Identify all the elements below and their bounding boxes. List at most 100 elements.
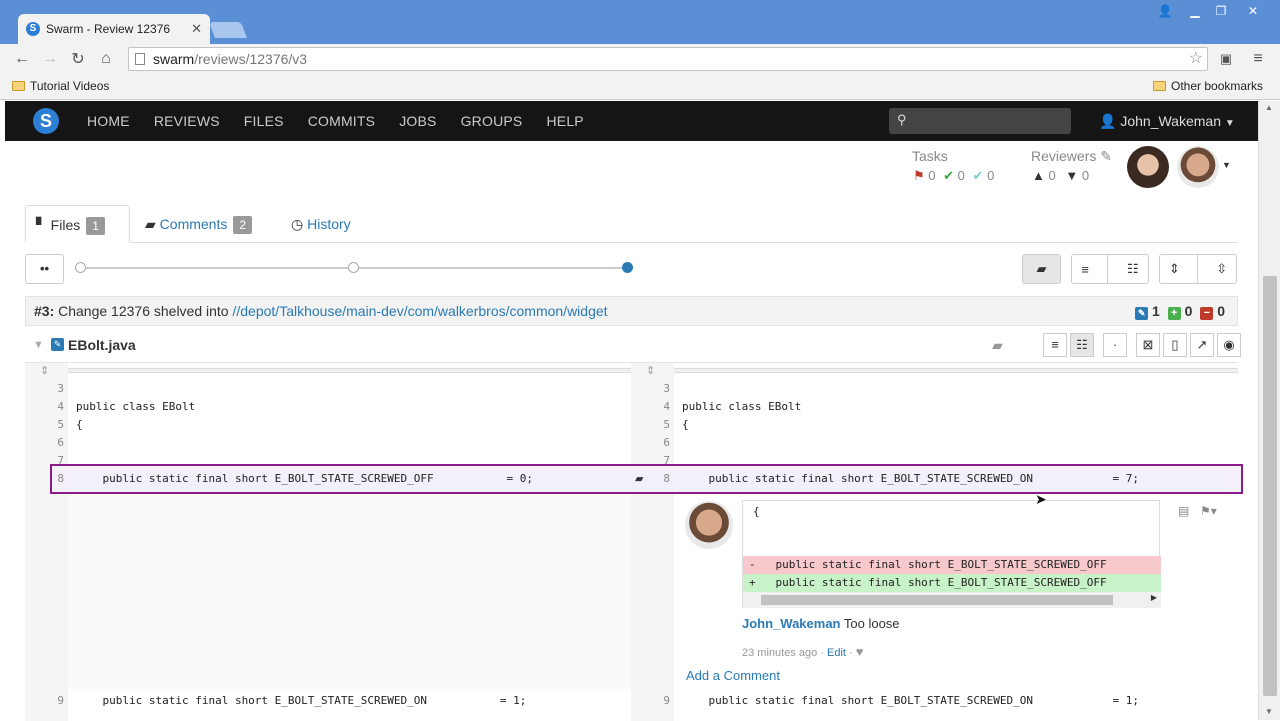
added-line-text: + public static final short E_BOLT_STATE… [749,576,1107,589]
right-line-9[interactable]: public static final short E_BOLT_STATE_S… [682,694,1138,707]
tab-history[interactable]: ◷ History [281,205,361,243]
file-comment-icon[interactable]: ▰ [992,330,1003,360]
minimize-icon[interactable]: ▁ [1182,2,1208,20]
view-file-icon[interactable]: ▯ [1163,333,1187,357]
expand-up-icon-right[interactable]: ⇕ [646,364,655,377]
like-icon[interactable]: ♥ [856,644,864,659]
maximize-icon[interactable]: ❐ [1208,2,1234,20]
mark-reviewed-icon[interactable]: ⊠ [1136,333,1160,357]
bookmark-tutorial-videos[interactable]: Tutorial Videos [12,79,109,93]
new-tab-button[interactable] [209,22,247,38]
home-icon[interactable]: ⌂ [92,50,120,68]
menu-icon[interactable]: ≡ [1244,50,1272,68]
tab-label: Files [50,217,81,233]
line-number: 8 [663,472,670,485]
scroll-right-icon[interactable]: ▶ [1151,593,1157,602]
scroll-down-icon[interactable]: ▼ [1265,707,1273,716]
close-window-icon[interactable]: ✕ [1240,2,1266,20]
show-comments-button[interactable]: ▰ [1022,254,1061,284]
comment-time: 23 minutes ago [742,647,818,659]
forward-icon[interactable]: → [36,50,64,68]
extension-icon[interactable]: ▣ [1212,51,1240,67]
nav-reviews[interactable]: REVIEWS [154,113,220,129]
side-by-side-icon[interactable]: ☷ [1070,333,1094,357]
check-outline-icon: ✔ [972,168,984,183]
clock-icon: ◷ [291,216,304,232]
user-name: John_Wakeman [1120,113,1221,129]
left-code-line[interactable]: { [76,418,83,431]
left-line-8[interactable]: public static final short E_BOLT_STATE_S… [76,472,532,485]
removed-line: - public static final short E_BOLT_STATE… [743,556,1161,574]
reviewer-avatar-2[interactable] [1177,146,1219,188]
comment-edit-link[interactable]: Edit [827,647,846,659]
left-line-9[interactable]: public static final short E_BOLT_STATE_S… [76,694,526,707]
reviewers-caret-icon[interactable]: ▼ [1222,160,1231,170]
eye-icon[interactable]: ◉ [1217,333,1241,357]
expand-up-icon-left[interactable]: ⇕ [40,364,49,377]
vote-up-icon[interactable]: ▲ [1032,168,1045,183]
user-menu[interactable]: 👤 John_Wakeman ▼ [1099,113,1235,130]
reviewer-avatar-1[interactable] [1127,146,1169,188]
slider-stop-1[interactable] [75,262,86,273]
comment-flag-icon[interactable]: ⚑▾ [1200,504,1217,518]
nav-jobs[interactable]: JOBS [399,113,436,129]
browser-tab[interactable]: S Swarm - Review 12376 ✕ [18,14,210,44]
slider-stop-3[interactable] [622,262,633,273]
caret-down-icon: ▼ [1224,118,1235,129]
comment-author[interactable]: John_Wakeman [742,616,841,631]
edit-reviewers-icon[interactable]: ✎ [1100,148,1112,164]
swarm-logo[interactable]: S [33,108,59,134]
collapse-file-icon[interactable]: ▼ [33,330,44,360]
scrollbar-thumb[interactable] [1263,276,1277,696]
nav-files[interactable]: FILES [244,113,284,129]
right-code-line[interactable]: public class EBolt [682,400,801,413]
bookmarks-bar: Tutorial Videos Other bookmarks [0,74,1280,100]
scroll-up-icon[interactable]: ▲ [1265,103,1273,112]
folder-icon [12,81,25,91]
back-icon[interactable]: ← [8,50,36,68]
right-expand-bar[interactable] [674,368,1238,373]
comment-options-icon[interactable]: ▤ [1178,504,1189,518]
inline-view-icon[interactable]: ≡ [1043,333,1067,357]
vote-down-icon[interactable]: ▼ [1065,168,1078,183]
close-tab-icon[interactable]: ✕ [191,21,202,37]
right-line-8[interactable]: public static final short E_BOLT_STATE_S… [682,472,1138,485]
bookmark-other[interactable]: Other bookmarks [1153,79,1263,93]
open-external-icon[interactable]: ↗ [1190,333,1214,357]
line-comment-icon[interactable]: ▰ [635,472,643,485]
left-expand-bar[interactable] [68,368,631,373]
depot-path-link[interactable]: //depot/Talkhouse/main-dev/com/walkerbro… [232,303,607,319]
expand-collapse-button[interactable]: ⇕ ⇳ [1159,254,1237,284]
profile-icon[interactable]: 👤 [1152,2,1178,20]
right-code-line[interactable]: { [682,418,689,431]
tab-comments[interactable]: ▰ Comments 2 [135,205,262,243]
removed-line-text: - public static final short E_BOLT_STATE… [749,558,1107,571]
nav-help[interactable]: HELP [546,113,583,129]
line-number: 6 [663,436,670,449]
reload-icon[interactable]: ↻ [64,49,92,69]
file-name[interactable]: EBolt.java [68,330,136,360]
commenter-avatar[interactable] [685,501,733,549]
star-icon[interactable]: ☆ [1189,48,1203,70]
add-comment-link[interactable]: Add a Comment [686,668,780,683]
tab-files[interactable]: ▘ Files 1 [25,205,130,243]
nav-commits[interactable]: COMMITS [308,113,376,129]
toggle-versions-button[interactable]: •• [25,254,64,284]
left-code-line[interactable]: public class EBolt [76,400,195,413]
delete-icon: − [1200,307,1214,320]
version-slider[interactable] [75,262,633,273]
page-scrollbar[interactable]: ▲ ▼ [1258,101,1280,720]
comment-hscroll[interactable]: ▶ [743,592,1161,608]
tab-label: History [307,216,351,232]
hscroll-thumb[interactable] [761,595,1113,605]
slider-stop-2[interactable] [348,262,359,273]
address-bar[interactable]: swarm/reviews/12376/v3 ☆ [128,47,1208,71]
line-number: 4 [57,400,64,413]
nav-groups[interactable]: GROUPS [461,113,523,129]
whitespace-icon[interactable]: · [1103,333,1127,357]
bookmark-label: Other bookmarks [1171,79,1264,93]
review-tabs: ▘ Files 1 ▰ Comments 2 ◷ History [25,205,1238,243]
inline-diff-button[interactable]: ≡ ☷ [1071,254,1149,284]
nav-home[interactable]: HOME [87,113,130,129]
search-input[interactable]: ⚲ [889,108,1071,134]
